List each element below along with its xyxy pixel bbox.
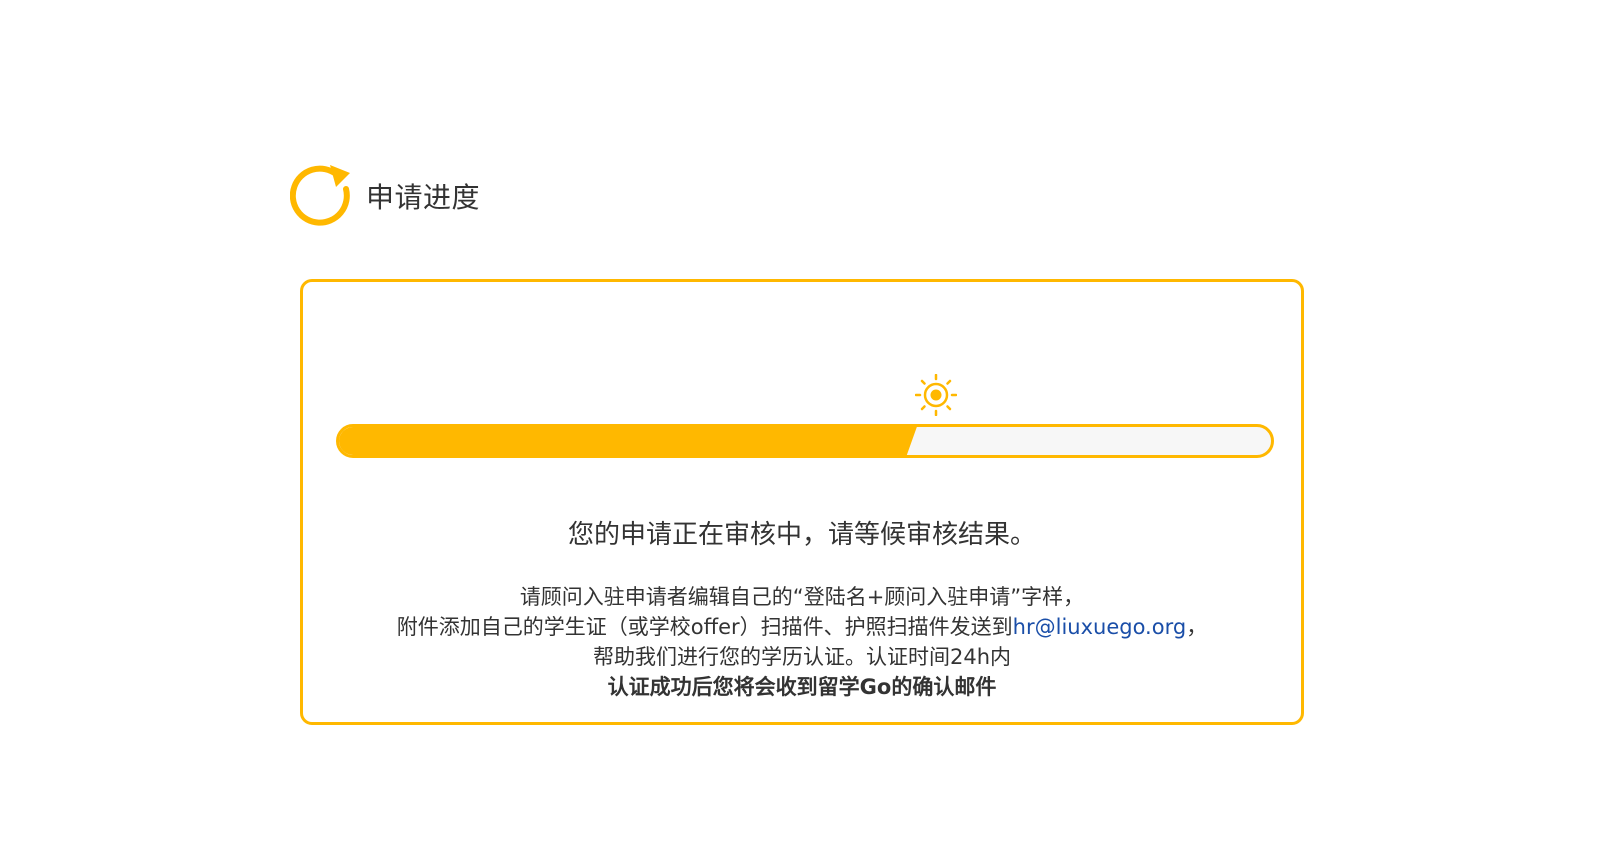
status-message: 您的申请正在审核中，请等候审核结果。 (567, 520, 1036, 550)
instructions: 请顾问入驻申请者编辑自己的“登陆名+顾问入驻申请”字样， 附件添加自己的学生证（… (303, 582, 1301, 702)
progress-fill (339, 427, 917, 455)
email-link[interactable]: hr@liuxuego.org (1013, 615, 1187, 639)
instruction-line-4: 认证成功后您将会收到留学Go的确认邮件 (607, 675, 997, 699)
instruction-line-1: 请顾问入驻申请者编辑自己的“登陆名+顾问入驻申请”字样， (519, 585, 1085, 609)
page-header: 申请进度 (290, 163, 480, 229)
progress-bar (336, 424, 1274, 458)
instruction-line-2-suffix: ， (1186, 615, 1208, 639)
page-title: 申请进度 (366, 181, 481, 214)
progress-card: 您的申请正在审核中，请等候审核结果。 请顾问入驻申请者编辑自己的“登陆名+顾问入… (300, 279, 1304, 725)
instruction-line-2: 附件添加自己的学生证（或学校offer）扫描件、护照扫描件发送到hr@liuxu… (303, 612, 1301, 642)
instruction-line-2-text: 附件添加自己的学生证（或学校offer）扫描件、护照扫描件发送到 (396, 615, 1013, 639)
refresh-icon (290, 165, 350, 226)
instruction-line-3: 帮助我们进行您的学历认证。认证时间24h内 (592, 645, 1012, 669)
sun-icon (915, 374, 957, 416)
